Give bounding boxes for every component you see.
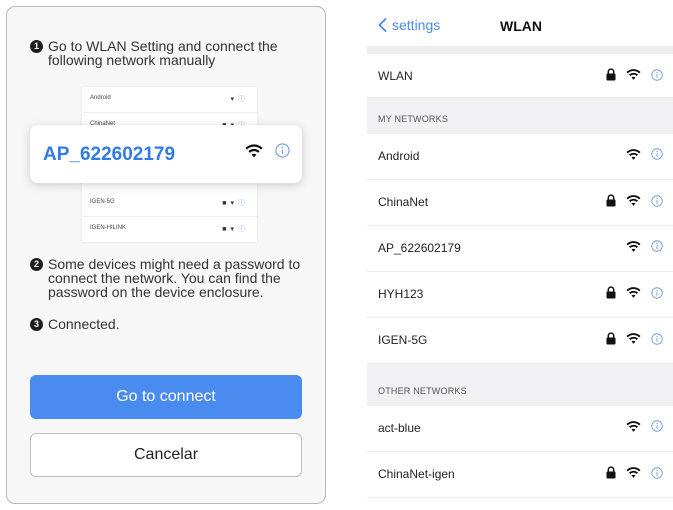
info-icon[interactable] <box>651 420 663 432</box>
connection-guide-dialog: 1 Go to WLAN Setting and connect the fol… <box>6 6 326 504</box>
target-network-name: AP_622602179 <box>43 144 176 165</box>
info-icon[interactable] <box>651 148 663 160</box>
mini-network-name: IGEN-5G <box>90 199 115 205</box>
info-icon[interactable] <box>651 194 663 207</box>
step-2-number: 2 <box>30 258 43 271</box>
lock-icon <box>606 194 616 207</box>
info-icon[interactable] <box>651 466 663 479</box>
network-row[interactable]: ChinaNet-igen <box>367 452 673 498</box>
wlan-settings-panel: settings WLAN WLAN MY NETWORKS Android C… <box>367 0 673 510</box>
wifi-icon <box>245 143 263 157</box>
mini-list-item: Android ▾ ⓘ <box>82 87 257 113</box>
step-2: 2 Some devices might need a password to … <box>30 257 310 299</box>
info-icon: ⓘ <box>238 226 245 233</box>
network-name: act-blue <box>378 421 421 435</box>
info-icon[interactable] <box>651 286 663 299</box>
wifi-icon <box>626 148 641 160</box>
target-network-card: AP_622602179 <box>30 125 302 183</box>
wlan-label: WLAN <box>378 69 413 83</box>
wifi-icon <box>626 467 641 478</box>
mini-network-name: IGEN-HILINK <box>90 225 127 231</box>
info-icon: ⓘ <box>238 200 245 207</box>
wifi-icon: ▾ <box>230 200 234 207</box>
network-name: Android <box>378 149 420 163</box>
mini-list-item: IGEN-HILINK ■ ▾ ⓘ <box>82 217 257 243</box>
mini-network-name: Android <box>90 95 111 101</box>
cancel-button[interactable]: Cancelar <box>30 433 302 477</box>
wifi-icon <box>626 420 641 432</box>
network-row[interactable]: AP_622602179 <box>367 226 673 272</box>
step-3-number: 3 <box>30 318 43 331</box>
network-name: ChinaNet-igen <box>378 467 455 481</box>
wifi-icon <box>626 69 641 80</box>
wifi-icon: ▾ <box>230 226 234 233</box>
my-networks-header: MY NETWORKS <box>367 98 673 134</box>
network-name: HYH123 <box>378 287 424 301</box>
step-1: 1 Go to WLAN Setting and connect the fol… <box>30 39 300 67</box>
network-row[interactable]: act-blue <box>367 406 673 452</box>
wifi-icon <box>626 333 641 344</box>
section-gap <box>367 47 673 54</box>
network-name: IGEN-5G <box>378 333 428 347</box>
chevron-left-icon <box>378 18 387 32</box>
info-icon[interactable] <box>651 240 663 252</box>
wifi-icon <box>626 195 641 206</box>
info-icon[interactable] <box>651 332 663 345</box>
step-1-number: 1 <box>30 40 43 53</box>
go-to-connect-button[interactable]: Go to connect <box>30 375 302 419</box>
lock-icon: ■ <box>222 225 227 233</box>
info-icon <box>275 143 290 158</box>
network-row[interactable]: IGEN-5G <box>367 318 673 364</box>
network-name: ChinaNet <box>378 195 429 209</box>
back-button[interactable]: settings <box>378 17 440 33</box>
network-name: AP_622602179 <box>378 241 461 255</box>
step-1-text: Go to WLAN Setting and connect the follo… <box>48 38 278 68</box>
network-row[interactable]: ChinaNet <box>367 180 673 226</box>
navigation-bar: settings WLAN <box>367 0 673 47</box>
lock-icon <box>606 332 616 345</box>
info-icon: ⓘ <box>238 96 245 103</box>
wlan-toggle-row[interactable]: WLAN <box>367 54 673 98</box>
step-3-text: Connected. <box>48 316 120 332</box>
lock-icon: ■ <box>222 199 227 207</box>
network-row[interactable]: HYH123 <box>367 272 673 318</box>
step-3: 3 Connected. <box>30 317 230 331</box>
lock-icon <box>606 68 616 81</box>
page-title: WLAN <box>500 18 542 34</box>
lock-icon <box>606 466 616 479</box>
network-row[interactable]: Android <box>367 134 673 180</box>
wifi-icon <box>626 287 641 298</box>
step-2-text: Some devices might need a password to co… <box>48 256 301 300</box>
back-label: settings <box>392 17 441 33</box>
mini-list-item: IGEN-5G ■ ▾ ⓘ <box>82 191 257 217</box>
wifi-icon <box>626 240 641 252</box>
my-networks-title: MY NETWORKS <box>378 114 449 124</box>
other-networks-title: OTHER NETWORKS <box>378 386 467 396</box>
wifi-icon: ▾ <box>230 96 234 103</box>
lock-icon <box>606 286 616 299</box>
info-icon[interactable] <box>651 68 663 81</box>
other-networks-header: OTHER NETWORKS <box>367 364 673 406</box>
